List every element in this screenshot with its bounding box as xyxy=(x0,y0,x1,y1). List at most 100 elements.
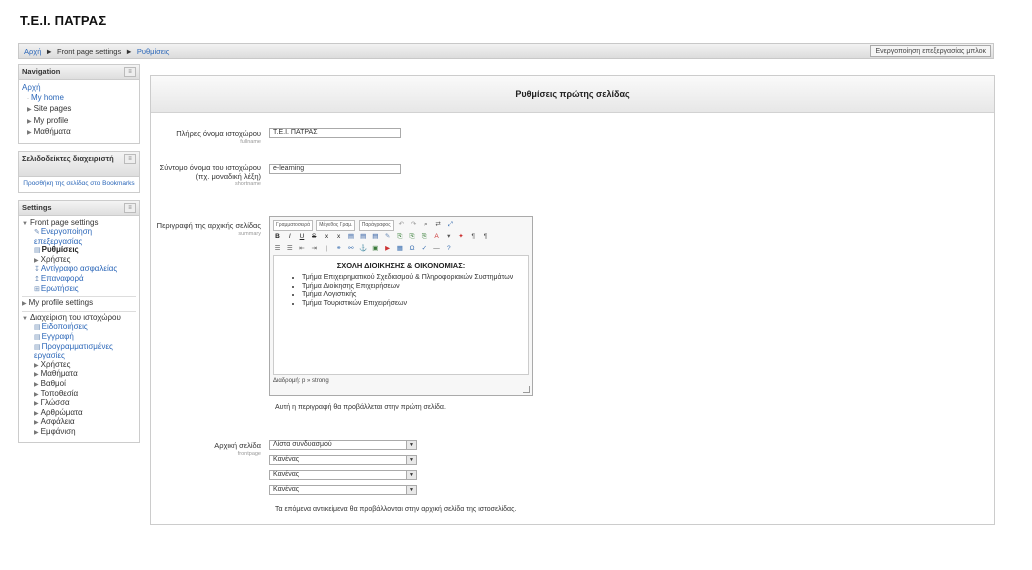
nav-site-pages[interactable]: Site pages xyxy=(34,104,72,113)
align-right-icon[interactable]: ▤ xyxy=(371,232,380,241)
bold-icon[interactable]: B xyxy=(273,232,282,241)
numbered-list-icon[interactable]: ☰ xyxy=(285,244,294,253)
expand-arrow-icon[interactable]: ▶ xyxy=(22,301,27,307)
italic-style-icon[interactable]: ✎ xyxy=(383,232,392,241)
breadcrumb-settings[interactable]: Ρυθμίσεις xyxy=(137,47,170,56)
subscript-icon[interactable]: x xyxy=(322,232,331,241)
front-page-settings-node[interactable]: Front page settings xyxy=(30,218,98,227)
fullname-input[interactable]: Τ.Ε.Ι. ΠΑΤΡΑΣ xyxy=(269,128,401,138)
nav-my-home[interactable]: My home xyxy=(31,93,64,102)
rtl-icon[interactable]: ¶ xyxy=(481,232,490,241)
media-icon[interactable]: ▶ xyxy=(383,244,392,253)
expand-arrow-icon[interactable]: ▶ xyxy=(27,130,32,136)
indent-icon[interactable]: ⇥ xyxy=(310,244,319,253)
settings-link-active[interactable]: Ρυθμίσεις xyxy=(42,245,79,254)
strikethrough-icon[interactable]: S xyxy=(310,232,319,241)
expand-arrow-icon[interactable]: ▶ xyxy=(34,430,39,436)
find-icon[interactable]: ⌕ xyxy=(421,220,430,229)
restore-link[interactable]: Επαναφορά xyxy=(41,274,84,283)
paragraph-select[interactable]: Παράγραφος xyxy=(358,220,394,231)
nav-courses[interactable]: Μαθήματα xyxy=(34,127,71,136)
expand-arrow-icon[interactable]: ▶ xyxy=(34,258,39,264)
font-size-select[interactable]: Μέγεθος Γραμ. xyxy=(316,220,356,231)
frontpage-select-1[interactable]: Λίστα συνδυασμού ▼ xyxy=(269,440,417,450)
underline-icon[interactable]: U xyxy=(297,232,306,241)
turn-editing-on-link[interactable]: Ενεργοποίηση επεξεργασίας xyxy=(34,227,92,246)
image-icon[interactable]: ▣ xyxy=(371,244,380,253)
block-dock-icon[interactable]: ≡ xyxy=(124,202,136,213)
dropdown-arrow-icon[interactable]: ▾ xyxy=(444,232,453,241)
special-char-icon[interactable]: Ω xyxy=(408,244,417,253)
anchor-icon[interactable]: ⚓ xyxy=(359,244,368,253)
expand-arrow-icon[interactable]: ▶ xyxy=(34,401,39,407)
italic-icon[interactable]: I xyxy=(285,232,294,241)
expand-arrow-icon[interactable]: ▶ xyxy=(34,382,39,388)
collapse-arrow-icon[interactable]: ▼ xyxy=(22,221,28,227)
admin-plugins-node[interactable]: Αρθρώματα xyxy=(41,408,83,417)
my-profile-settings-node[interactable]: My profile settings xyxy=(29,298,93,307)
admin-security-node[interactable]: Ασφάλεια xyxy=(41,417,75,427)
users-node[interactable]: Χρήστες xyxy=(41,255,71,264)
frontpage-select-2[interactable]: Κανένας ▼ xyxy=(269,455,417,465)
fullscreen-icon[interactable]: ⤢ xyxy=(446,220,455,229)
expand-arrow-icon[interactable]: ▶ xyxy=(34,411,39,417)
advanced-features-link[interactable]: Προγραμματισμένες εργασίες xyxy=(34,342,113,361)
site-administration-node[interactable]: Διαχείριση του ιστοχώρου xyxy=(30,313,121,322)
collapse-arrow-icon[interactable]: ▼ xyxy=(22,316,28,322)
table-icon[interactable]: ▦ xyxy=(395,244,404,253)
paste-text-icon[interactable]: ⎘ xyxy=(408,232,417,241)
highlight-icon[interactable]: ✦ xyxy=(457,232,466,241)
block-dock-icon[interactable]: ≡ xyxy=(124,153,136,164)
block-dock-icon[interactable]: ≡ xyxy=(124,67,136,77)
bullet-list-icon[interactable]: ☰ xyxy=(273,244,282,253)
undo-icon[interactable]: ↶ xyxy=(397,220,406,229)
horizontal-rule-icon[interactable]: — xyxy=(432,244,441,253)
add-bookmark-link[interactable]: Προσθήκη της σελίδας στο Bookmarks xyxy=(23,180,134,187)
paste-word-icon[interactable]: ⎘ xyxy=(420,232,429,241)
expand-arrow-icon[interactable]: ▶ xyxy=(27,119,32,125)
registration-link[interactable]: Εγγραφή xyxy=(42,332,74,341)
dropdown-arrow-icon[interactable]: ▼ xyxy=(406,441,416,449)
paste-icon[interactable]: ⎘ xyxy=(395,232,404,241)
dropdown-arrow-icon[interactable]: ▼ xyxy=(406,456,416,464)
admin-users-node[interactable]: Χρήστες xyxy=(41,360,71,369)
align-left-icon[interactable]: ▤ xyxy=(346,232,355,241)
spellcheck-icon[interactable]: ✓ xyxy=(420,244,429,253)
questions-link[interactable]: Ερωτήσεις xyxy=(41,284,79,293)
admin-appearance-node[interactable]: Εμφάνιση xyxy=(41,427,76,436)
resize-handle-icon[interactable] xyxy=(523,386,530,393)
nav-home-link[interactable]: Αρχή xyxy=(22,83,41,92)
dropdown-arrow-icon[interactable]: ▼ xyxy=(406,471,416,479)
admin-courses-node[interactable]: Μαθήματα xyxy=(41,369,78,379)
link-icon[interactable]: ⚭ xyxy=(334,244,343,253)
notifications-link[interactable]: Ειδοποιήσεις xyxy=(42,322,88,332)
shortname-input[interactable]: e-learning xyxy=(269,164,401,174)
admin-grades-node[interactable]: Βαθμοί xyxy=(41,379,66,388)
frontpage-select-4[interactable]: Κανένας ▼ xyxy=(269,485,417,495)
expand-arrow-icon[interactable]: ▶ xyxy=(34,363,39,369)
text-color-icon[interactable]: A xyxy=(432,232,441,241)
expand-arrow-icon[interactable]: ▶ xyxy=(34,372,39,378)
html-icon[interactable]: ? xyxy=(444,244,453,253)
editor-content-area[interactable]: ΣΧΟΛΗ ΔΙΟΙΚΗΣΗΣ & ΟΙΚΟΝΟΜΙΑΣ: Τμήμα Επιχ… xyxy=(273,255,529,375)
replace-icon[interactable]: ⇄ xyxy=(434,220,443,229)
breadcrumb-home[interactable]: Αρχή xyxy=(24,47,41,56)
unlink-icon[interactable]: ⚯ xyxy=(346,244,355,253)
admin-language-node[interactable]: Γλώσσα xyxy=(41,398,70,407)
ltr-icon[interactable]: ¶ xyxy=(469,232,478,241)
backup-link[interactable]: Αντίγραφο ασφαλείας xyxy=(41,264,117,274)
align-center-icon[interactable]: ▤ xyxy=(359,232,368,241)
dropdown-arrow-icon[interactable]: ▼ xyxy=(406,486,416,494)
redo-icon[interactable]: ↷ xyxy=(409,220,418,229)
frontpage-note: Τα επόμενα αντικείμενα θα προβάλλονται σ… xyxy=(275,506,517,513)
expand-arrow-icon[interactable]: ▶ xyxy=(34,392,39,398)
font-family-select[interactable]: Γραμματοσειρά xyxy=(273,220,313,231)
outdent-icon[interactable]: ⇤ xyxy=(297,244,306,253)
nav-my-profile[interactable]: My profile xyxy=(34,116,69,125)
superscript-icon[interactable]: x xyxy=(334,232,343,241)
frontpage-select-3[interactable]: Κανένας ▼ xyxy=(269,470,417,480)
expand-arrow-icon[interactable]: ▶ xyxy=(27,107,32,113)
admin-location-node[interactable]: Τοποθεσία xyxy=(41,389,79,398)
expand-arrow-icon[interactable]: ▶ xyxy=(34,420,39,426)
enable-block-editing-button[interactable]: Ενεργοποίηση επεξεργασίας μπλοκ xyxy=(870,45,991,57)
